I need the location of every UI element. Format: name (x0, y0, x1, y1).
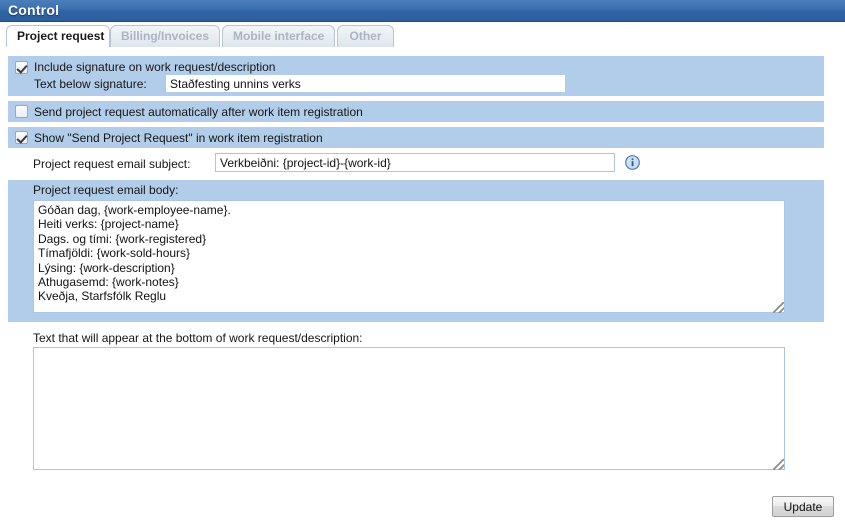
include-signature-checkbox[interactable] (15, 61, 28, 74)
email-subject-label: Project request email subject: (33, 157, 191, 171)
page-title: Control (8, 2, 60, 18)
tab-project-request[interactable]: Project request (6, 25, 110, 47)
tab-label: Mobile interface (233, 29, 325, 43)
settings-panel: Include signature on work request/descri… (0, 48, 845, 525)
row-include-signature: Include signature on work request/descri… (8, 56, 824, 96)
send-automatically-label: Send project request automatically after… (34, 105, 363, 119)
email-body-textarea[interactable] (33, 200, 785, 313)
send-automatically-checkbox[interactable] (15, 105, 28, 118)
bottom-text-textarea[interactable] (33, 347, 785, 470)
window-titlebar: Control (0, 0, 845, 22)
tab-label: Other (349, 29, 382, 43)
tab-billing-invoices[interactable]: Billing/Invoices (110, 25, 220, 47)
email-subject-input[interactable] (215, 153, 615, 172)
update-button[interactable]: Update (772, 496, 834, 517)
row-email-subject: Project request email subject: (8, 148, 824, 180)
tab-label: Billing/Invoices (121, 29, 210, 43)
tab-strip: Project request Billing/Invoices Mobile … (0, 22, 845, 48)
show-send-project-request-checkbox[interactable] (15, 131, 28, 144)
tab-label: Project request (17, 29, 105, 43)
email-body-label: Project request email body: (33, 183, 179, 197)
text-below-signature-label: Text below signature: (34, 77, 147, 91)
info-icon[interactable] (625, 155, 640, 170)
show-send-project-request-label: Show "Send Project Request" in work item… (34, 131, 323, 145)
tab-mobile-interface[interactable]: Mobile interface (222, 25, 335, 47)
include-signature-label: Include signature on work request/descri… (34, 60, 276, 74)
row-show-send-project-request: Show "Send Project Request" in work item… (8, 127, 824, 148)
row-send-automatically: Send project request automatically after… (8, 101, 824, 122)
row-bottom-text: Text that will appear at the bottom of w… (8, 322, 834, 525)
row-email-body: Project request email body: (8, 180, 824, 322)
bottom-text-label: Text that will appear at the bottom of w… (33, 331, 363, 345)
text-below-signature-input[interactable] (166, 75, 565, 92)
tab-other[interactable]: Other (337, 25, 394, 47)
